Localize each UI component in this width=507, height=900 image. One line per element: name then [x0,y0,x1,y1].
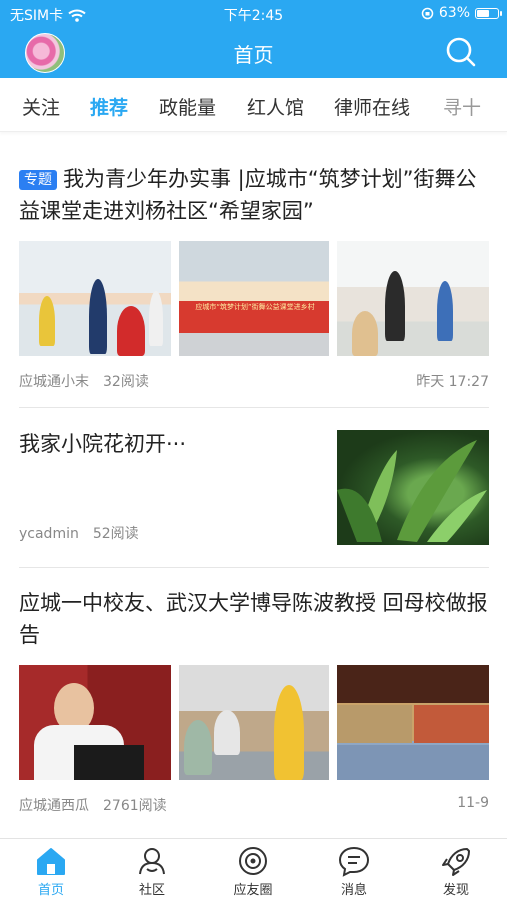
battery-icon [475,7,502,19]
message-icon [338,846,370,877]
article-author[interactable]: 应城通西瓜 [19,798,89,814]
article-title[interactable]: 专题 我为青少年办实事 |应城市“筑梦计划”街舞公益课堂走进刘杨社区“希望家园” [19,163,489,227]
tab-political[interactable]: 政能量 [159,93,216,120]
read-count: 32阅读 [103,374,149,390]
friends-circle-icon [239,847,267,875]
plant-leaves [337,440,487,542]
divider [19,567,489,568]
read-count: 52阅读 [92,526,139,542]
nav-discover[interactable]: 发现 [426,845,486,898]
page-title: 首页 [233,43,274,67]
nav-label: 社区 [138,883,165,898]
orientation-lock-icon [421,7,434,19]
article-time: 11-9 [457,795,489,811]
article-card[interactable]: 专题 我为青少年办实事 |应城市“筑梦计划”街舞公益课堂走进刘杨社区“希望家园” [19,163,489,227]
tab-lawyer[interactable]: 律师在线 [334,93,410,120]
read-count: 2761阅读 [103,798,167,814]
article-card[interactable]: 应城一中校友、武汉大学博导陈波教授 回母校做报告 [19,587,489,651]
article-title[interactable]: 我家小院花初开··· [19,428,319,460]
article-image[interactable] [337,665,489,780]
article-image[interactable] [179,665,329,780]
article-image[interactable]: 应城市“筑梦计划”街舞公益课堂进乡村 [179,241,329,356]
tab-more[interactable]: 寻十 [443,93,481,120]
status-bar: 无SIM卡 下午2:45 63% [0,0,507,26]
article-image[interactable] [19,665,171,780]
search-icon[interactable] [445,36,477,68]
title-bar: 首页 [0,26,507,78]
tab-celebrity[interactable]: 红人馆 [247,93,304,120]
article-image[interactable] [337,430,489,545]
topic-tag: 专题 [19,170,57,190]
tab-recommend[interactable]: 推荐 [90,93,128,120]
bottom-nav: 首页 社区 应友圈 消息 发现 [0,838,507,900]
article-author[interactable]: ycadmin [19,526,79,542]
nav-label: 消息 [340,883,367,898]
article-time: 昨天 17:27 [416,374,489,390]
battery-percent: 63% [438,5,470,21]
nav-label: 应友圈 [233,883,273,898]
tab-follow[interactable]: 关注 [22,93,60,120]
article-title[interactable]: 应城一中校友、武汉大学博导陈波教授 回母校做报告 [19,587,489,651]
home-icon [37,848,65,875]
category-tabs: 关注 推荐 政能量 红人馆 律师在线 寻十 [0,78,507,132]
article-card[interactable]: 我家小院花初开··· [19,428,319,460]
article-title-text: 我为青少年办实事 |应城市“筑梦计划”街舞公益课堂走进刘杨社区“希望家园” [19,167,477,223]
article-meta: ycadmin 52阅读 [19,523,319,543]
article-image[interactable] [337,241,489,356]
nav-friends-circle[interactable]: 应友圈 [223,845,283,898]
banner-text: 应城市“筑梦计划”街舞公益课堂进乡村 [195,303,315,311]
status-right: 63% [421,5,502,21]
nav-label: 首页 [37,883,64,898]
nav-messages[interactable]: 消息 [324,845,384,898]
nav-label: 发现 [442,883,469,898]
divider [19,407,489,408]
nav-home[interactable]: 首页 [21,845,81,898]
article-image[interactable] [19,241,171,356]
rocket-icon [442,848,470,876]
article-author[interactable]: 应城通小末 [19,374,89,390]
battery-fill [477,9,489,17]
article-meta: 应城通小末 32阅读 昨天 17:27 [19,371,489,391]
article-meta: 应城通西瓜 2761阅读 11-9 [19,795,489,815]
community-icon [139,848,165,875]
nav-community[interactable]: 社区 [122,845,182,898]
